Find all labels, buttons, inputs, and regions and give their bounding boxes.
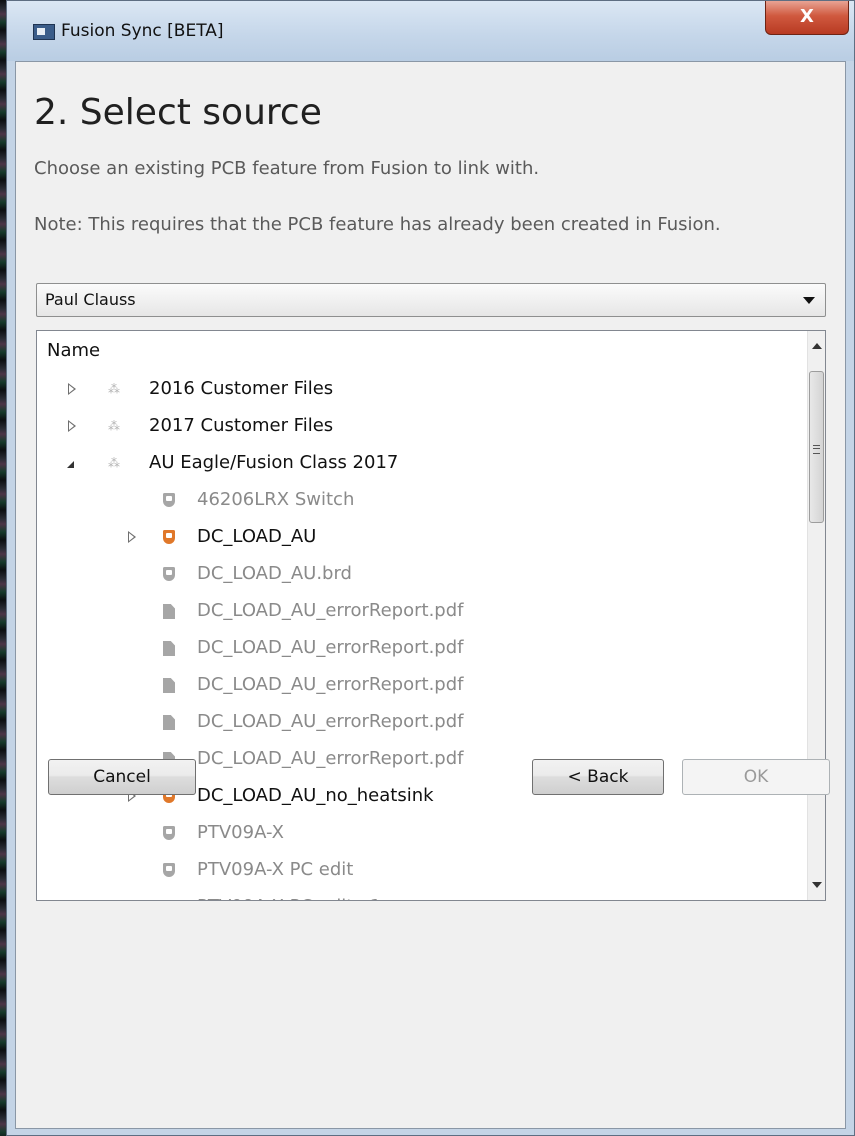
- ok-button[interactable]: OK: [682, 759, 830, 795]
- cancel-button[interactable]: Cancel: [48, 759, 196, 795]
- tree-row-label: DC_LOAD_AU_no_heatsink: [197, 785, 434, 806]
- document-icon: [163, 604, 175, 619]
- document-icon: [163, 715, 175, 730]
- page-note: Note: This requires that the PCB feature…: [34, 214, 721, 235]
- tree-row: DC_LOAD_AU.brd: [37, 556, 807, 593]
- account-dropdown[interactable]: Paul Clauss: [36, 283, 826, 317]
- tree-row-label: PTV09A-X PC edit v1: [197, 896, 381, 900]
- app-icon: [33, 24, 55, 40]
- project-icon: ⁂: [108, 456, 120, 470]
- dialog-window: Fusion Sync [BETA] X 2. Select source Ch…: [6, 0, 855, 1136]
- design-icon: [163, 493, 175, 507]
- account-dropdown-value: Paul Clauss: [45, 290, 136, 309]
- chevron-down-icon: [803, 297, 815, 304]
- tree-row-label: DC_LOAD_AU: [197, 526, 317, 547]
- expand-open-icon[interactable]: [67, 461, 74, 468]
- design-icon: [163, 530, 175, 544]
- dialog-body: 2. Select source Choose an existing PCB …: [15, 61, 846, 1129]
- scroll-down-icon[interactable]: [812, 882, 822, 888]
- close-button[interactable]: X: [765, 1, 849, 35]
- document-icon: [163, 641, 175, 656]
- tree-row[interactable]: ⁂ 2016 Customer Files: [37, 371, 807, 408]
- tree-row-label: PTV09A-X: [197, 822, 284, 843]
- design-icon: [163, 900, 175, 901]
- design-icon: [163, 567, 175, 581]
- tree-row-label: DC_LOAD_AU_errorReport.pdf: [197, 674, 464, 695]
- scroll-up-icon[interactable]: [812, 343, 822, 349]
- tree-row-label: DC_LOAD_AU_errorReport.pdf: [197, 637, 464, 658]
- tree-row-label: 2017 Customer Files: [149, 415, 334, 436]
- tree-rows: ⁂ 2016 Customer Files ⁂ 2017 Customer Files…: [37, 371, 807, 901]
- expand-closed-icon[interactable]: [128, 531, 136, 543]
- tree-row[interactable]: ⁂ 2017 Customer Files: [37, 408, 807, 445]
- source-tree[interactable]: Name ⁂ 2016 Customer Files ⁂ 2017 Customer …: [36, 330, 826, 901]
- tree-row-label: DC_LOAD_AU_errorReport.pdf: [197, 711, 464, 732]
- tree-row: DC_LOAD_AU_errorReport.pdf: [37, 667, 807, 704]
- page-title: 2. Select source: [34, 92, 322, 133]
- title-bar[interactable]: Fusion Sync [BETA] X: [7, 1, 854, 61]
- project-icon: ⁂: [108, 419, 120, 433]
- document-icon: [163, 678, 175, 693]
- back-button[interactable]: < Back: [532, 759, 664, 795]
- tree-row: DC_LOAD_AU_errorReport.pdf: [37, 704, 807, 741]
- tree-row: PTV09A-X PC edit v1: [37, 889, 807, 901]
- tree-row: DC_LOAD_AU_errorReport.pdf: [37, 593, 807, 630]
- project-icon: ⁂: [108, 382, 120, 396]
- tree-row[interactable]: DC_LOAD_AU: [37, 519, 807, 556]
- design-icon: [163, 863, 175, 877]
- expand-closed-icon[interactable]: [68, 383, 76, 395]
- expand-closed-icon[interactable]: [68, 420, 76, 432]
- design-icon: [163, 826, 175, 840]
- tree-row-label: DC_LOAD_AU_errorReport.pdf: [197, 748, 464, 769]
- tree-row: PTV09A-X: [37, 815, 807, 852]
- tree-row-label: AU Eagle/Fusion Class 2017: [149, 452, 399, 473]
- scrollbar-thumb[interactable]: [809, 371, 824, 523]
- tree-row[interactable]: ⁂ AU Eagle/Fusion Class 2017: [37, 445, 807, 482]
- vertical-scrollbar[interactable]: [807, 331, 825, 900]
- tree-row-label: DC_LOAD_AU.brd: [197, 563, 352, 584]
- tree-row-label: 46206LRX Switch: [197, 489, 355, 510]
- tree-row-label: 2016 Customer Files: [149, 378, 334, 399]
- tree-row: PTV09A-X PC edit: [37, 852, 807, 889]
- column-header-name[interactable]: Name: [37, 331, 807, 367]
- window-title: Fusion Sync [BETA]: [61, 21, 224, 41]
- tree-row: DC_LOAD_AU_errorReport.pdf: [37, 630, 807, 667]
- grip-icon: [813, 445, 820, 454]
- tree-row: 46206LRX Switch: [37, 482, 807, 519]
- page-description: Choose an existing PCB feature from Fusi…: [34, 158, 540, 179]
- tree-row-label: PTV09A-X PC edit: [197, 859, 354, 880]
- tree-row-label: DC_LOAD_AU_errorReport.pdf: [197, 600, 464, 621]
